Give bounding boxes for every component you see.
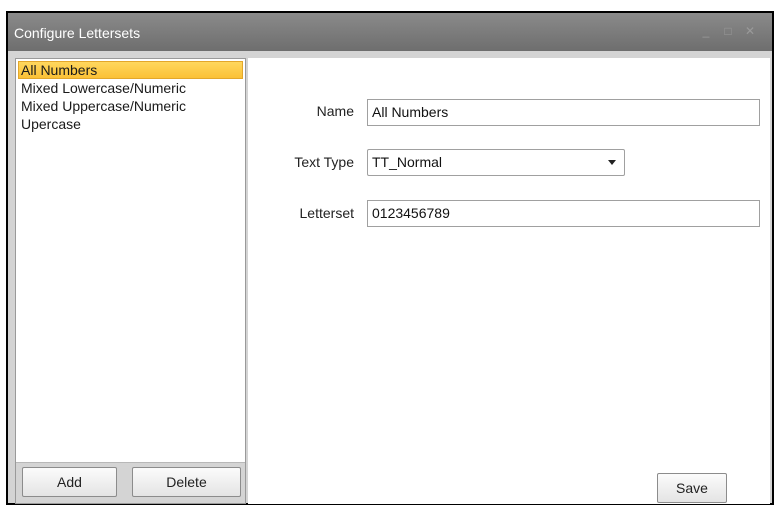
letterset-list-panel: All Numbers Mixed Lowercase/Numeric Mixe…	[15, 58, 246, 504]
title-bar[interactable]: Configure Lettersets _ □ ✕	[8, 13, 772, 51]
letterset-field[interactable]: 0123456789	[367, 200, 760, 227]
maximize-icon[interactable]: □	[722, 25, 734, 37]
letterset-list[interactable]: All Numbers Mixed Lowercase/Numeric Mixe…	[18, 61, 243, 466]
chevron-down-icon[interactable]	[608, 160, 616, 165]
add-button[interactable]: Add	[22, 467, 117, 497]
save-button[interactable]: Save	[657, 473, 727, 503]
close-icon[interactable]: ✕	[744, 25, 756, 37]
text-type-select[interactable]: TT_Normal	[367, 149, 625, 176]
text-type-label: Text Type	[294, 154, 354, 170]
window-client-area: All Numbers Mixed Lowercase/Numeric Mixe…	[8, 51, 772, 504]
letterset-details-panel: Name All Numbers Text Type TT_Normal Let…	[248, 58, 770, 504]
delete-button[interactable]: Delete	[132, 467, 241, 497]
configure-lettersets-window: Configure Lettersets _ □ ✕ All Numbers M…	[6, 11, 774, 505]
list-item[interactable]: Upercase	[18, 115, 243, 133]
text-type-value: TT_Normal	[372, 154, 443, 170]
list-item[interactable]: Mixed Lowercase/Numeric	[18, 79, 243, 97]
list-item[interactable]: Mixed Uppercase/Numeric	[18, 97, 243, 115]
letterset-label: Letterset	[299, 205, 354, 221]
name-field[interactable]: All Numbers	[367, 99, 760, 126]
window-title: Configure Lettersets	[14, 25, 141, 41]
list-footer: Add Delete	[16, 462, 245, 503]
list-item[interactable]: All Numbers	[18, 61, 243, 79]
minimize-icon[interactable]: _	[700, 25, 712, 37]
name-label: Name	[316, 103, 354, 119]
